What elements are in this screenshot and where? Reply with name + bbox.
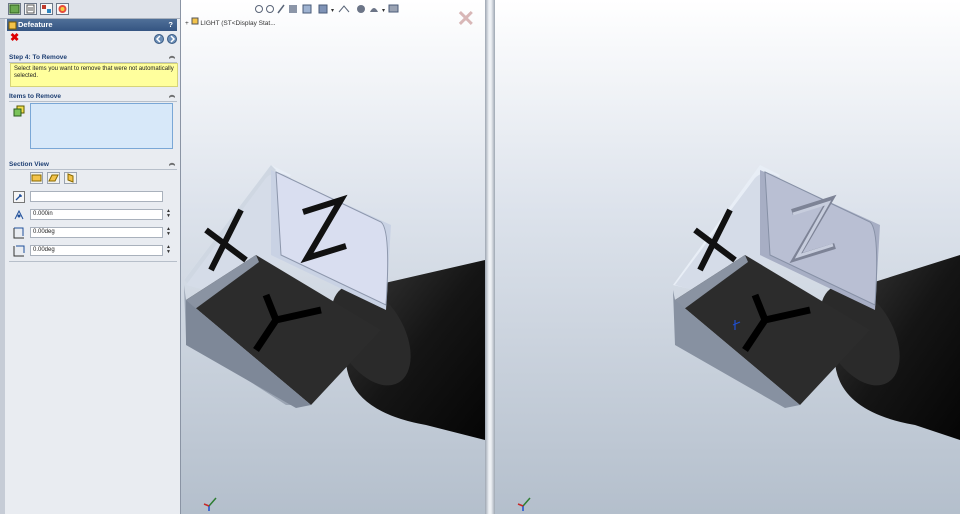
- x-rotation-spinner[interactable]: ▲ ▼: [165, 227, 172, 238]
- axis-triad-icon: [203, 497, 217, 511]
- feature-title: Defeature: [18, 20, 53, 29]
- viewport-splitter[interactable]: [485, 0, 495, 514]
- back-icon[interactable]: [154, 34, 164, 44]
- appearance-icon: [58, 5, 67, 13]
- feature-manager-tab[interactable]: [8, 3, 21, 15]
- section-view-title: Section View: [9, 161, 49, 168]
- panel-edge: [0, 0, 5, 514]
- section-view-header[interactable]: Section View ︽: [9, 160, 177, 170]
- configuration-manager-tab[interactable]: [40, 3, 53, 15]
- section-plane3-button[interactable]: [64, 172, 77, 184]
- collapse-icon[interactable]: ︽: [169, 160, 175, 169]
- items-section-header[interactable]: Items to Remove ︽: [9, 92, 177, 102]
- next-icon[interactable]: [167, 34, 177, 44]
- defeature-icon: [8, 21, 17, 30]
- manager-tabs: [0, 0, 180, 19]
- model-render-left: [184, 165, 485, 440]
- property-manager-tab[interactable]: [24, 3, 37, 15]
- face-selection-icon: [13, 105, 25, 117]
- axis-triad-icon: [517, 497, 531, 511]
- offset-distance-icon: [14, 209, 24, 220]
- y-rotation-icon: [13, 245, 25, 257]
- offset-spinner[interactable]: ▲ ▼: [165, 209, 172, 220]
- step-section-header[interactable]: Step 4: To Remove ︽: [9, 53, 177, 63]
- collapse-icon[interactable]: ︽: [169, 92, 175, 101]
- plane-front-icon: [48, 174, 59, 182]
- feature-title-bar: Defeature ?: [7, 19, 177, 31]
- display-manager-tab[interactable]: [56, 3, 69, 15]
- property-icon: [26, 4, 35, 14]
- y-rotation-spinner[interactable]: ▲ ▼: [165, 245, 172, 256]
- collapse-icon[interactable]: ︽: [169, 53, 175, 62]
- configuration-icon: [42, 5, 51, 13]
- section-plane-button[interactable]: [30, 172, 43, 184]
- section-divider: [9, 261, 177, 262]
- x-rotation-field[interactable]: 0.00deg: [30, 227, 163, 238]
- section-plane2-button[interactable]: [47, 172, 60, 184]
- property-manager-panel: Defeature ? ✖ Step 4: To Remove ︽ Select…: [0, 0, 181, 514]
- feature-tree-icon: [9, 4, 20, 14]
- action-row: ✖: [7, 32, 177, 48]
- x-rotation-icon: [13, 227, 24, 239]
- reference-plane-field[interactable]: [30, 191, 163, 202]
- plane-icon: [31, 174, 42, 182]
- plane-right-icon: [67, 173, 74, 183]
- model-render-right: [673, 165, 960, 440]
- y-rotation-field[interactable]: 0.00deg: [30, 245, 163, 256]
- reference-select-icon: [13, 191, 25, 203]
- step-message: Select items you want to remove that wer…: [10, 63, 178, 87]
- items-section-title: Items to Remove: [9, 93, 62, 100]
- help-button[interactable]: ?: [168, 19, 173, 31]
- graphics-viewport-left[interactable]: ▾ ▾ + LIGHT (ST<Display Stat... ✕: [181, 0, 485, 514]
- graphics-viewport-right[interactable]: [495, 0, 960, 514]
- items-to-remove-list[interactable]: [30, 103, 173, 149]
- step-section-title: Step 4: To Remove: [9, 54, 68, 61]
- offset-distance-field[interactable]: 0.000in: [30, 209, 163, 220]
- cancel-icon[interactable]: ✖: [10, 33, 19, 44]
